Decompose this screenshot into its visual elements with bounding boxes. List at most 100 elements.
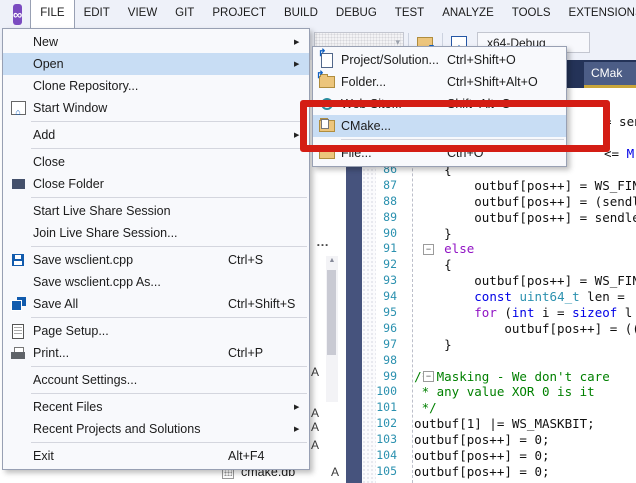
menu-item-close[interactable]: Close (3, 151, 309, 173)
code-line[interactable]: { (399, 257, 636, 273)
code-line[interactable]: outbuf[pos++] = (( (399, 321, 636, 337)
line-number: 98 (362, 353, 397, 369)
menu-item-exit[interactable]: ExitAlt+F4 (3, 445, 309, 467)
line-number: 94 (362, 289, 397, 305)
menu-item-open[interactable]: Open▶ (3, 53, 309, 75)
menu-item-label: Print... (33, 346, 228, 360)
menubar-item-build[interactable]: BUILD (275, 0, 327, 27)
git-status-badge: A (331, 465, 339, 479)
code-line[interactable]: */ (399, 400, 636, 416)
menu-item-label: Close (33, 155, 228, 169)
code-token: else (444, 241, 474, 256)
menubar-item-project[interactable]: PROJECT (203, 0, 275, 27)
line-number: 105 (362, 464, 397, 480)
menu-item-start-window[interactable]: Start Window (3, 97, 309, 119)
code-line[interactable]: outbuf[pos++] = WS_FIN (399, 178, 636, 194)
code-line[interactable] (399, 353, 636, 369)
code-line[interactable]: outbuf[pos++] = 0; (399, 432, 636, 448)
code-token: } (399, 337, 452, 352)
menubar-item-test[interactable]: TEST (386, 0, 433, 27)
code-lines[interactable]: { outbuf[pos++] = WS_FIN outbuf[pos++] =… (399, 162, 636, 480)
scrollbar-thumb[interactable] (327, 270, 336, 355)
fold-collapse-button[interactable]: − (423, 244, 434, 255)
menu-item-project-solution[interactable]: Project/Solution...Ctrl+Shift+O (313, 49, 566, 71)
menu-item-page-setup[interactable]: Page Setup... (3, 320, 309, 342)
line-number: 90 (362, 226, 397, 242)
menu-item-save-wsclient-cpp[interactable]: Save wsclient.cppCtrl+S (3, 249, 309, 271)
menu-icon-gutter (3, 347, 33, 359)
menubar-item-git[interactable]: GIT (166, 0, 203, 27)
menu-item-folder[interactable]: Folder...Ctrl+Shift+Alt+O (313, 71, 566, 93)
menu-item-label: Save All (33, 297, 228, 311)
code-token: outbuf[pos++] = 0; (399, 448, 550, 463)
code-token: /* Masking - We don't care (414, 369, 610, 384)
code-token: int (512, 305, 535, 320)
menu-item-account-settings[interactable]: Account Settings... (3, 369, 309, 391)
code-token: */ (399, 400, 437, 415)
line-number: 101 (362, 400, 397, 416)
code-token: M (627, 146, 635, 161)
menu-item-label: Add (33, 128, 228, 142)
menubar-item-debug[interactable]: DEBUG (327, 0, 386, 27)
menu-icon-gutter (313, 53, 341, 68)
menu-item-clone-repository[interactable]: Clone Repository... (3, 75, 309, 97)
menu-item-add[interactable]: Add▶ (3, 124, 309, 146)
code-token: uint64_t (519, 289, 579, 304)
menubar-item-extensions[interactable]: EXTENSIONS (560, 0, 636, 27)
menu-item-label: Join Live Share Session... (33, 226, 228, 240)
line-number-column: 8687888990919293949596979899100101102103… (362, 162, 397, 480)
menu-icon-gutter (3, 79, 33, 93)
code-token: len = (580, 289, 625, 304)
menu-separator (31, 442, 307, 443)
line-number: 104 (362, 448, 397, 464)
solution-explorer-scrollbar[interactable]: ▲ (326, 256, 338, 402)
code-line[interactable]: outbuf[pos++] = (sendle (399, 194, 636, 210)
code-line[interactable]: else (399, 241, 636, 257)
menu-item-label: Open (33, 57, 228, 71)
code-line[interactable]: outbuf[pos++] = 0; (399, 464, 636, 480)
code-line[interactable]: const uint64_t len = (399, 289, 636, 305)
code-token: } (399, 226, 452, 241)
tab-cmake-document[interactable]: CMak (584, 62, 636, 88)
menu-item-save-wsclient-cpp-as[interactable]: Save wsclient.cpp As... (3, 271, 309, 293)
scroll-up-icon[interactable]: ▲ (326, 257, 338, 264)
menu-item-close-folder[interactable]: Close Folder (3, 173, 309, 195)
code-line[interactable]: for (int i = sizeof l (399, 305, 636, 321)
code-line[interactable]: outbuf[pos++] = 0; (399, 448, 636, 464)
code-line[interactable]: /* Masking - We don't care (399, 369, 636, 385)
git-status-badge: A (311, 406, 325, 420)
menu-item-label: Page Setup... (33, 324, 228, 338)
code-line[interactable]: * any value XOR 0 is it (399, 384, 636, 400)
code-token: outbuf[pos++] = 0; (399, 464, 550, 479)
code-token: for (474, 305, 497, 320)
code-token (399, 241, 444, 256)
menu-separator (31, 121, 307, 122)
code-line[interactable]: } (399, 337, 636, 353)
menu-shortcut: Ctrl+Shift+Alt+O (447, 75, 551, 89)
menubar-item-view[interactable]: VIEW (119, 0, 166, 27)
overflow-dots-icon[interactable]: … (316, 234, 330, 249)
menubar-item-edit[interactable]: EDIT (75, 0, 119, 27)
menu-shortcut: Ctrl+P (228, 346, 294, 360)
menu-shortcut: Ctrl+S (228, 253, 294, 267)
code-line[interactable]: outbuf[1] |= WS_MASKBIT; (399, 416, 636, 432)
menu-item-new[interactable]: New▶ (3, 31, 309, 53)
clone-repository-icon (11, 79, 25, 93)
menu-item-start-live-share-session[interactable]: Start Live Share Session (3, 200, 309, 222)
menubar-item-analyze[interactable]: ANALYZE (433, 0, 503, 27)
menu-item-recent-projects-and-solutions[interactable]: Recent Projects and Solutions▶ (3, 418, 309, 440)
menu-item-recent-files[interactable]: Recent Files▶ (3, 396, 309, 418)
menu-item-join-live-share-session[interactable]: Join Live Share Session... (3, 222, 309, 244)
code-token: outbuf[pos++] = sendlen (399, 210, 636, 225)
menu-item-label: Exit (33, 449, 228, 463)
menu-item-label: Account Settings... (33, 373, 228, 387)
fold-collapse-button[interactable]: − (423, 371, 434, 382)
code-line[interactable]: outbuf[pos++] = WS_FIN (399, 273, 636, 289)
menubar-item-tools[interactable]: TOOLS (503, 0, 560, 27)
menu-item-print[interactable]: Print...Ctrl+P (3, 342, 309, 364)
code-token: sizeof (572, 305, 617, 320)
menubar-item-file[interactable]: FILE (30, 0, 74, 29)
menu-item-save-all[interactable]: Save AllCtrl+Shift+S (3, 293, 309, 315)
code-line[interactable]: outbuf[pos++] = sendlen (399, 210, 636, 226)
code-line[interactable]: } (399, 226, 636, 242)
